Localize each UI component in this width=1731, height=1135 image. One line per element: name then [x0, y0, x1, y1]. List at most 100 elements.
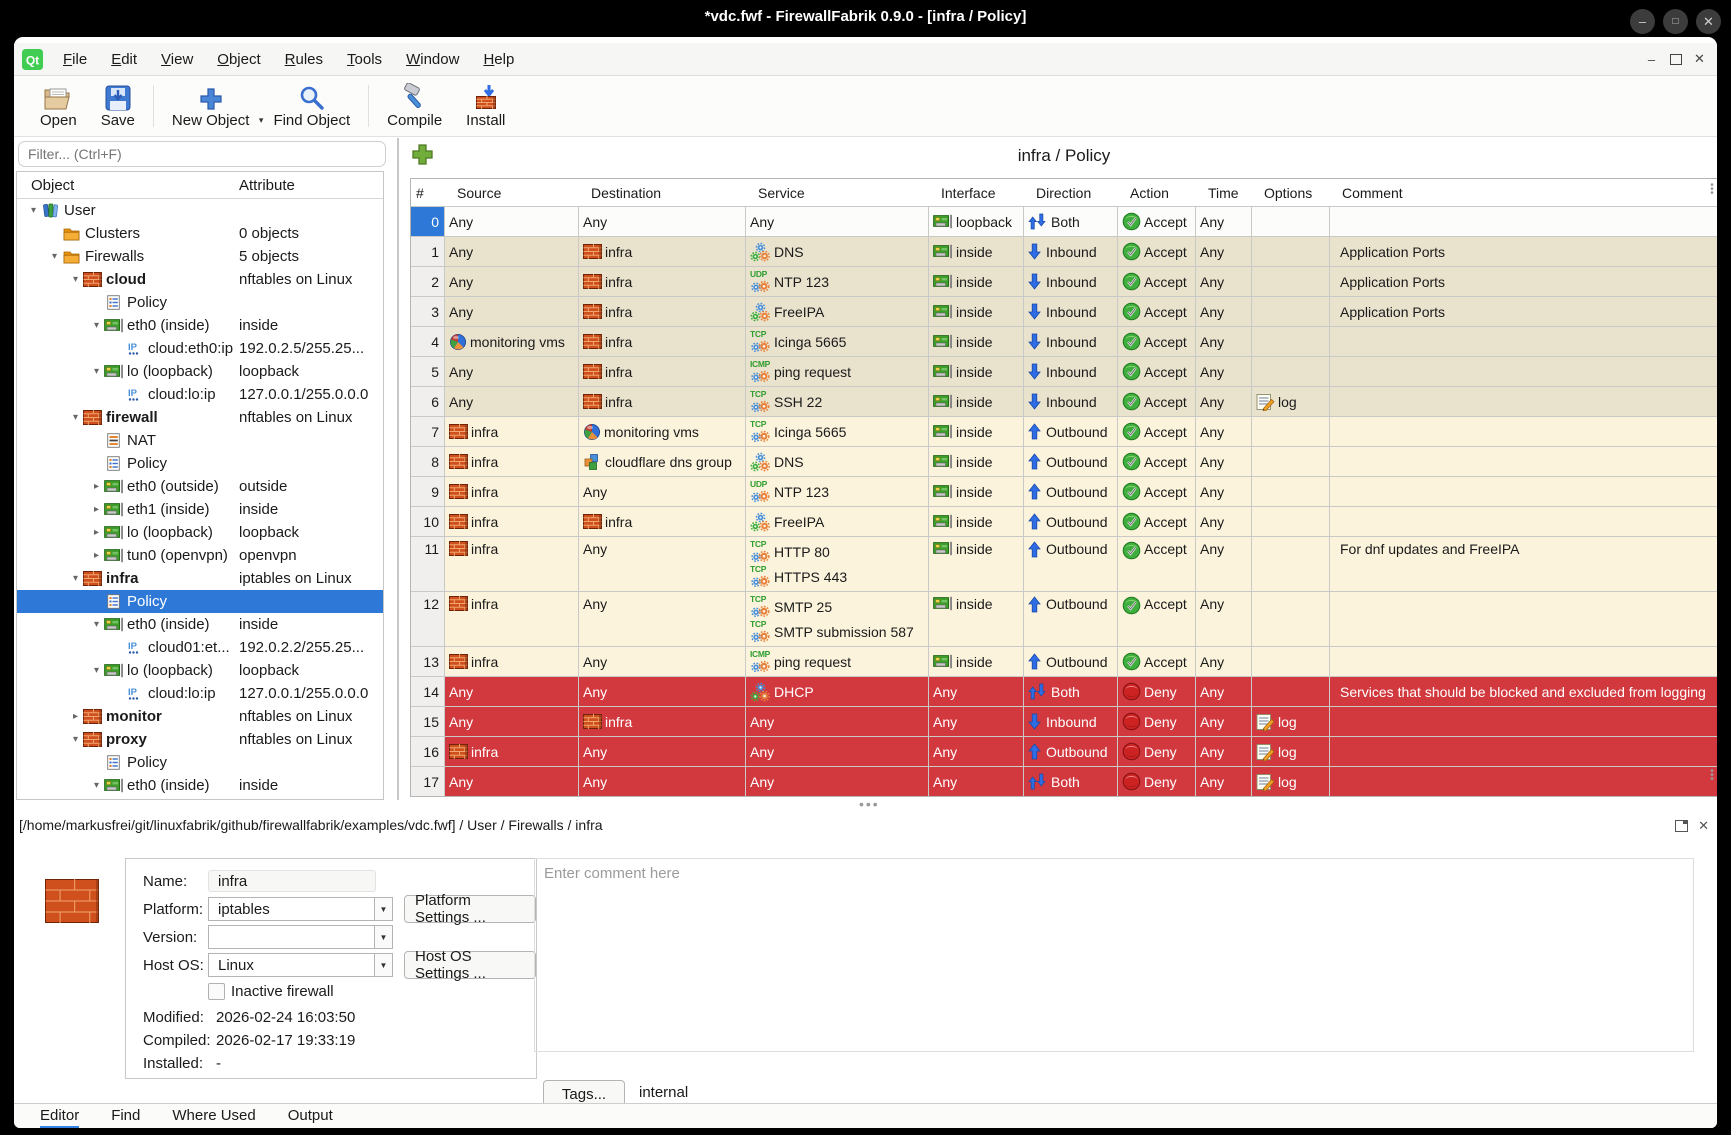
- destination-cell[interactable]: Any: [579, 737, 746, 766]
- service-cell[interactable]: TCPIcinga 5665: [746, 417, 929, 446]
- interface-cell[interactable]: inside: [929, 447, 1024, 476]
- tree-expander-icon[interactable]: ▾: [69, 412, 82, 423]
- time-cell[interactable]: Any: [1196, 677, 1252, 706]
- time-cell[interactable]: Any: [1196, 297, 1252, 326]
- tree-expander-icon[interactable]: ▾: [69, 734, 82, 745]
- comment-cell[interactable]: [1330, 707, 1717, 736]
- action-cell[interactable]: Accept: [1118, 647, 1196, 676]
- rule-row-11[interactable]: 11infraAnyTCPHTTP 80TCPHTTPS 443insideOu…: [411, 537, 1717, 592]
- rule-number[interactable]: 16: [411, 737, 445, 766]
- comment-cell[interactable]: Application Ports: [1330, 297, 1717, 326]
- find-object-button[interactable]: Find Object: [261, 80, 362, 132]
- service-cell[interactable]: DNS: [746, 447, 929, 476]
- destination-cell[interactable]: infra: [579, 387, 746, 416]
- comment-cell[interactable]: [1330, 477, 1717, 506]
- direction-cell[interactable]: Outbound: [1024, 737, 1118, 766]
- direction-cell[interactable]: Inbound: [1024, 327, 1118, 356]
- tree-item-lo-loopback[interactable]: ▾lo (loopback)loopback: [17, 360, 383, 383]
- tree-item-user[interactable]: ▾User: [17, 199, 383, 222]
- options-cell[interactable]: [1252, 207, 1330, 236]
- menu-object[interactable]: Object: [205, 47, 272, 72]
- tree-expander-icon[interactable]: ▾: [90, 665, 103, 676]
- time-cell[interactable]: Any: [1196, 417, 1252, 446]
- action-cell[interactable]: Accept: [1118, 507, 1196, 536]
- options-cell[interactable]: [1252, 237, 1330, 266]
- mdi-close-button[interactable]: ✕: [1692, 52, 1707, 67]
- action-cell[interactable]: Deny: [1118, 677, 1196, 706]
- rule-row-17[interactable]: 17AnyAnyAnyAnyBothDenyAnylog: [411, 767, 1717, 796]
- destination-cell[interactable]: infra: [579, 327, 746, 356]
- minimize-button[interactable]: –: [1630, 9, 1655, 34]
- action-cell[interactable]: Accept: [1118, 387, 1196, 416]
- options-cell[interactable]: [1252, 592, 1330, 646]
- tree-item-eth0-outside[interactable]: ▸eth0 (outside)outside: [17, 475, 383, 498]
- tree-item-policy[interactable]: Policy: [17, 590, 383, 613]
- source-cell[interactable]: infra: [445, 647, 579, 676]
- direction-cell[interactable]: Both: [1024, 677, 1118, 706]
- close-button[interactable]: ✕: [1696, 9, 1721, 34]
- direction-cell[interactable]: Inbound: [1024, 267, 1118, 296]
- options-cell[interactable]: [1252, 677, 1330, 706]
- source-cell[interactable]: infra: [445, 507, 579, 536]
- interface-cell[interactable]: inside: [929, 592, 1024, 646]
- rule-number[interactable]: 5: [411, 357, 445, 386]
- tree-item-cloud[interactable]: ▾cloudnftables on Linux: [17, 268, 383, 291]
- splitter-grip-dots[interactable]: •••: [859, 796, 880, 812]
- action-cell[interactable]: Accept: [1118, 357, 1196, 386]
- tab-find[interactable]: Find: [111, 1104, 140, 1128]
- time-cell[interactable]: Any: [1196, 267, 1252, 296]
- interface-cell[interactable]: inside: [929, 417, 1024, 446]
- time-cell[interactable]: Any: [1196, 207, 1252, 236]
- action-cell[interactable]: Accept: [1118, 447, 1196, 476]
- scroll-grip-bottom[interactable]: •••: [1708, 770, 1716, 782]
- menu-help[interactable]: Help: [471, 47, 526, 72]
- close-panel-icon[interactable]: ✕: [1698, 818, 1709, 834]
- action-cell[interactable]: Accept: [1118, 417, 1196, 446]
- action-cell[interactable]: Deny: [1118, 737, 1196, 766]
- options-cell[interactable]: [1252, 267, 1330, 296]
- destination-cell[interactable]: cloudflare dns group: [579, 447, 746, 476]
- source-cell[interactable]: Any: [445, 387, 579, 416]
- rule-row-6[interactable]: 6AnyinfraTCPSSH 22insideInboundAcceptAny…: [411, 387, 1717, 417]
- save-button[interactable]: Save: [89, 80, 147, 132]
- platform-settings-button[interactable]: Platform Settings ...: [404, 895, 536, 923]
- rule-row-5[interactable]: 5AnyinfraICMPping requestinsideInboundAc…: [411, 357, 1717, 387]
- rule-number[interactable]: 17: [411, 767, 445, 796]
- direction-cell[interactable]: Both: [1024, 767, 1118, 796]
- direction-cell[interactable]: Outbound: [1024, 447, 1118, 476]
- rule-number[interactable]: 12: [411, 592, 445, 646]
- mdi-restore-button[interactable]: [1668, 52, 1683, 67]
- rule-row-3[interactable]: 3AnyinfraFreeIPAinsideInboundAcceptAnyAp…: [411, 297, 1717, 327]
- source-cell[interactable]: infra: [445, 592, 579, 646]
- time-cell[interactable]: Any: [1196, 447, 1252, 476]
- tree-expander-icon[interactable]: ▾: [90, 320, 103, 331]
- time-cell[interactable]: Any: [1196, 477, 1252, 506]
- time-cell[interactable]: Any: [1196, 327, 1252, 356]
- service-cell[interactable]: ICMPping request: [746, 357, 929, 386]
- new-object-button[interactable]: New Object▾: [160, 80, 262, 132]
- service-cell[interactable]: TCPHTTP 80TCPHTTPS 443: [746, 537, 929, 591]
- options-cell[interactable]: [1252, 647, 1330, 676]
- source-cell[interactable]: Any: [445, 357, 579, 386]
- menu-tools[interactable]: Tools: [335, 47, 394, 72]
- comment-cell[interactable]: [1330, 592, 1717, 646]
- source-cell[interactable]: Any: [445, 237, 579, 266]
- name-field[interactable]: infra: [208, 870, 376, 892]
- comment-cell[interactable]: [1330, 387, 1717, 416]
- interface-cell[interactable]: inside: [929, 297, 1024, 326]
- interface-cell[interactable]: loopback: [929, 207, 1024, 236]
- time-cell[interactable]: Any: [1196, 707, 1252, 736]
- interface-cell[interactable]: inside: [929, 647, 1024, 676]
- menu-window[interactable]: Window: [394, 47, 471, 72]
- action-cell[interactable]: Deny: [1118, 707, 1196, 736]
- options-cell[interactable]: log: [1252, 737, 1330, 766]
- service-cell[interactable]: TCPIcinga 5665: [746, 327, 929, 356]
- options-cell[interactable]: [1252, 507, 1330, 536]
- mdi-minimize-button[interactable]: –: [1644, 52, 1659, 67]
- direction-cell[interactable]: Inbound: [1024, 387, 1118, 416]
- tree-expander-icon[interactable]: ▸: [90, 504, 103, 515]
- source-cell[interactable]: Any: [445, 677, 579, 706]
- destination-cell[interactable]: Any: [579, 767, 746, 796]
- tree-item-policy[interactable]: Policy: [17, 751, 383, 774]
- service-cell[interactable]: FreeIPA: [746, 297, 929, 326]
